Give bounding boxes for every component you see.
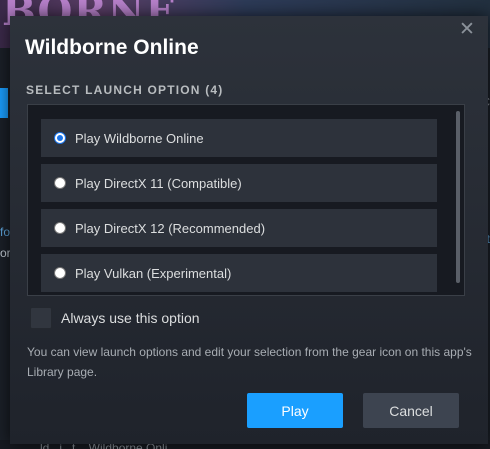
radio-button-checked[interactable] [54,132,66,144]
launch-option-label: Play Wildborne Online [75,130,204,146]
library-play-button-partial[interactable] [0,88,8,118]
dialog-title: Wildborne Online [25,36,199,59]
launch-option[interactable]: Play DirectX 12 (Recommended) [41,209,437,247]
launch-option-label: Play DirectX 12 (Recommended) [75,220,266,236]
always-use-option[interactable]: Always use this option [30,307,200,329]
launch-option-label: Play Vulkan (Experimental) [75,265,232,281]
launch-options-dialog: ✕ Wildborne Online SELECT LAUNCH OPTION … [10,16,488,444]
launch-option-label: Play DirectX 11 (Compatible) [75,175,242,191]
cancel-button[interactable]: Cancel [363,393,459,428]
radio-button[interactable] [54,222,66,234]
always-use-checkbox[interactable] [30,307,52,329]
help-text: You can view launch options and edit you… [27,345,472,379]
background-link-partial[interactable]: fo [0,225,10,239]
play-button[interactable]: Play [247,393,343,428]
section-label: SELECT LAUNCH OPTION (4) [26,83,224,97]
launch-option[interactable]: Play DirectX 11 (Compatible) [41,164,437,202]
radio-button[interactable] [54,177,66,189]
always-use-label: Always use this option [61,310,200,326]
scrollbar[interactable] [456,111,460,283]
launch-option[interactable]: Play Vulkan (Experimental) [41,254,437,292]
close-icon[interactable]: ✕ [458,20,476,39]
launch-options-list[interactable]: Play Wildborne Online Play DirectX 11 (C… [27,104,465,296]
launch-option[interactable]: Play Wildborne Online [41,119,437,157]
radio-button[interactable] [54,267,66,279]
